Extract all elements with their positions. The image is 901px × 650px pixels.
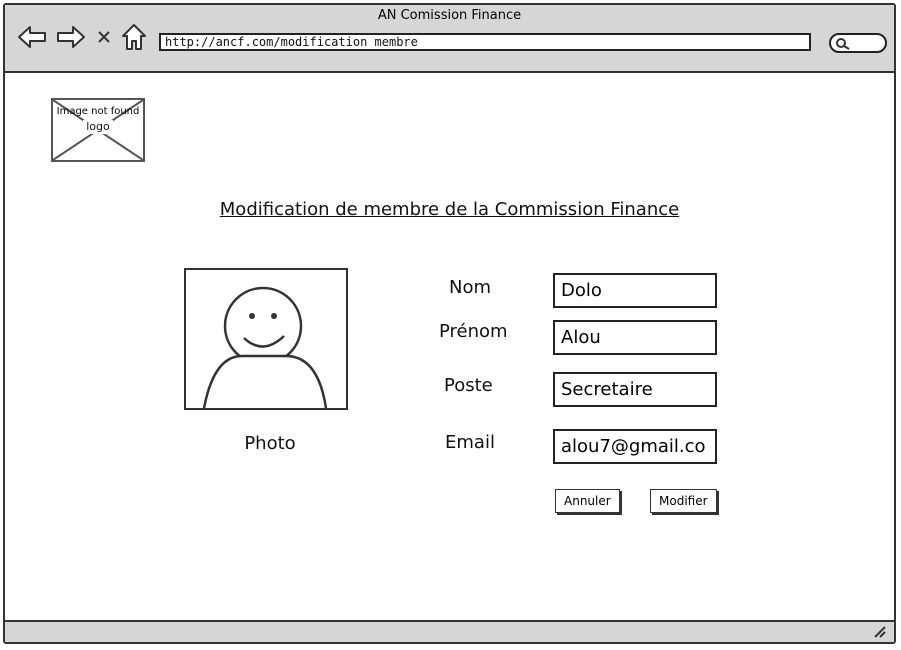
- resize-grip-icon[interactable]: [872, 624, 888, 638]
- close-icon[interactable]: [97, 30, 111, 44]
- photo-label: Photo: [244, 433, 296, 454]
- field-label-email: Email: [445, 432, 495, 453]
- cancel-button[interactable]: Annuler: [555, 489, 620, 513]
- logo-placeholder: Image not found logo: [51, 98, 145, 162]
- field-label-nom: Nom: [449, 277, 492, 298]
- logo-label: logo: [83, 120, 113, 134]
- window-title: AN Comission Finance: [377, 8, 522, 23]
- field-label-prenom: Prénom: [439, 321, 508, 342]
- nom-input[interactable]: [553, 273, 717, 308]
- field-label-poste: Poste: [444, 375, 493, 396]
- email-input[interactable]: [553, 429, 717, 464]
- forward-arrow-icon[interactable]: [56, 25, 86, 49]
- home-icon[interactable]: [121, 23, 147, 51]
- back-arrow-icon[interactable]: [17, 25, 47, 49]
- browser-title-bar: AN Comission Finance http://ancf.com/mod…: [5, 5, 894, 73]
- page-title: Modification de membre de la Commission …: [219, 199, 680, 220]
- poste-input[interactable]: [553, 372, 717, 407]
- logo-error-text: Image not found: [56, 106, 140, 117]
- prenom-input[interactable]: [553, 320, 717, 355]
- search-field[interactable]: [829, 33, 887, 53]
- avatar-icon: [202, 286, 328, 409]
- member-photo[interactable]: [184, 268, 348, 410]
- address-bar[interactable]: http://ancf.com/modification membre: [159, 33, 811, 51]
- modify-button[interactable]: Modifier: [650, 489, 717, 513]
- page-content: Image not found logo Modification de mem…: [5, 73, 894, 622]
- browser-window: AN Comission Finance http://ancf.com/mod…: [3, 3, 896, 644]
- status-bar: [5, 620, 894, 642]
- search-icon: [836, 38, 850, 50]
